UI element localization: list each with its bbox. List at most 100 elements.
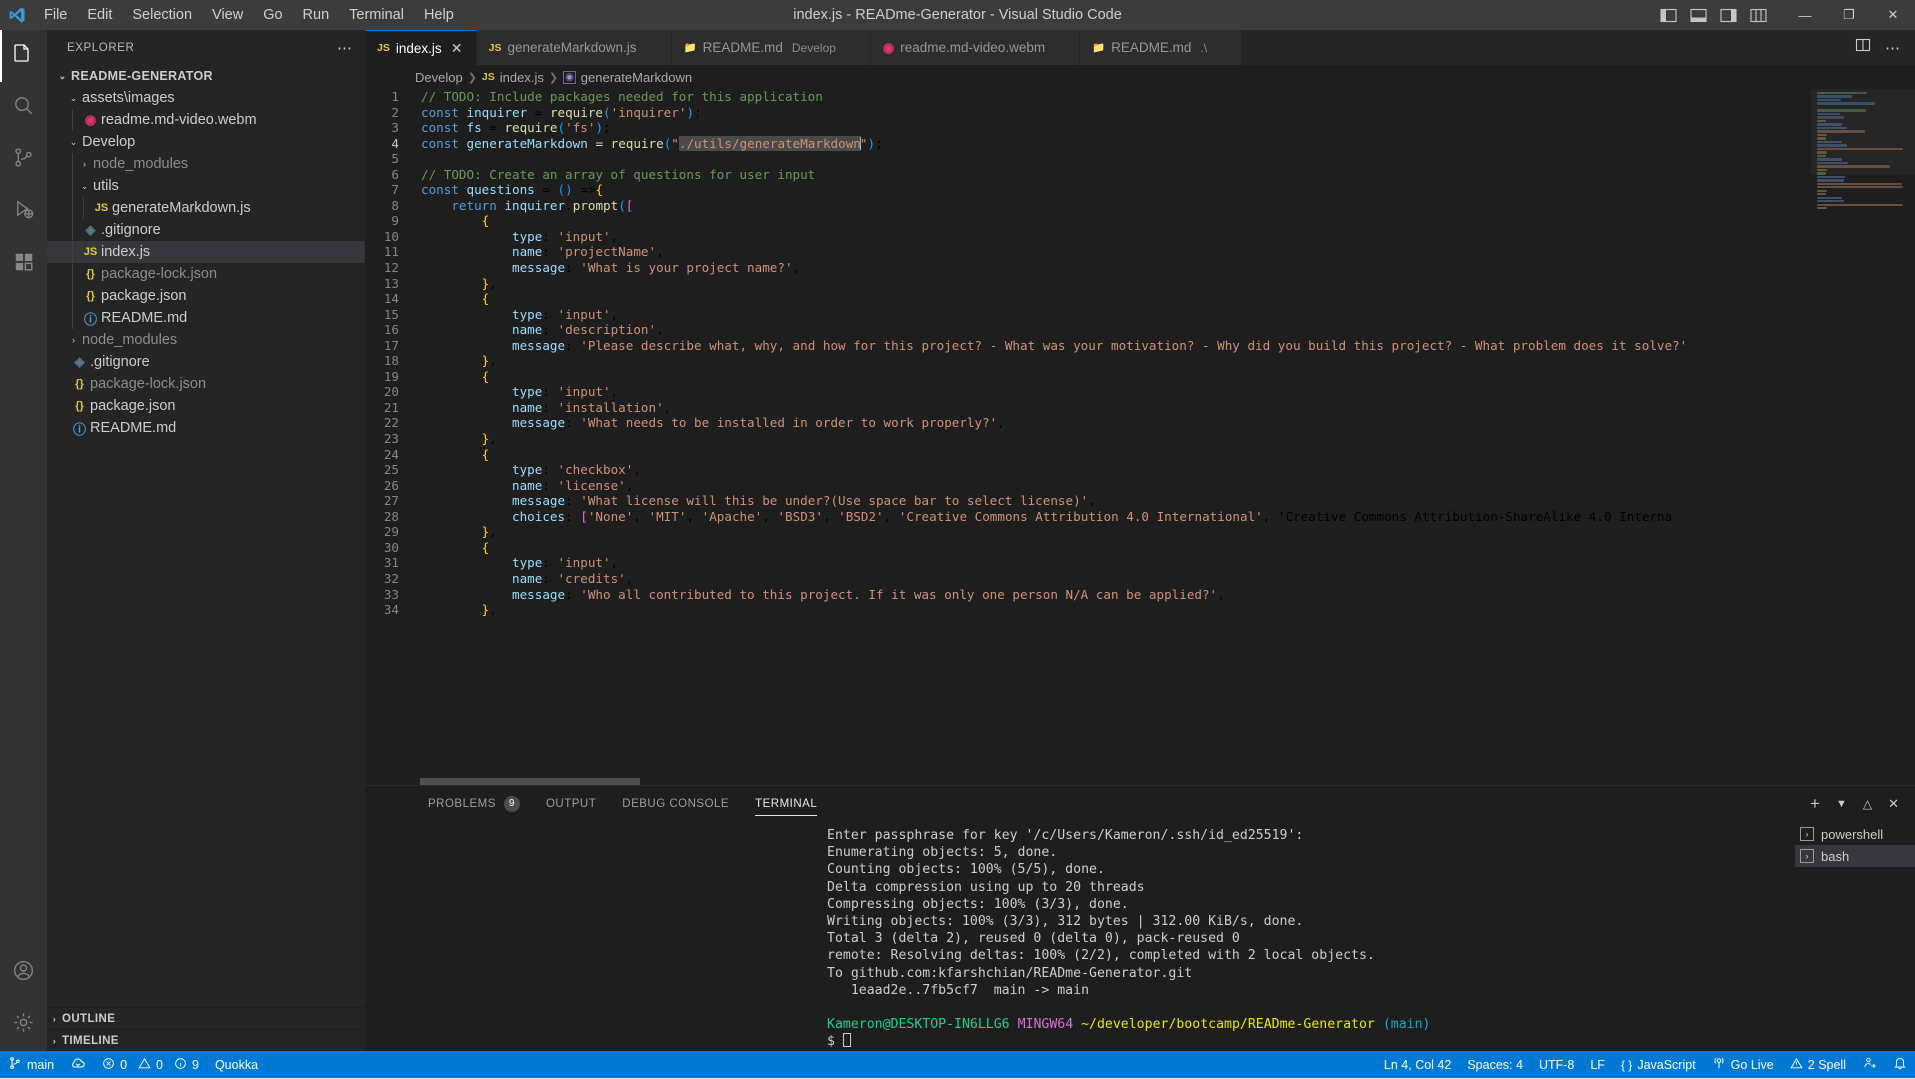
breadcrumb-folder[interactable]: Develop bbox=[415, 70, 463, 85]
chevron-icon[interactable]: ⌄ bbox=[66, 93, 81, 104]
breadcrumb-file[interactable]: index.js bbox=[500, 70, 544, 85]
editor-tab-generatemarkdown-js-1[interactable]: JSgenerateMarkdown.js× bbox=[476, 30, 672, 65]
terminal-input-line[interactable]: $ bbox=[827, 1033, 1795, 1050]
split-editor-icon[interactable] bbox=[1855, 37, 1871, 58]
menu-run[interactable]: Run bbox=[293, 4, 340, 26]
chevron-icon[interactable]: ⌄ bbox=[55, 71, 70, 82]
code-line[interactable]: 14 { bbox=[365, 291, 1811, 307]
code-line[interactable]: 30 { bbox=[365, 540, 1811, 556]
activity-accounts[interactable] bbox=[0, 947, 47, 999]
status-problems[interactable]: 0 0 9 bbox=[94, 1051, 207, 1078]
code-line[interactable]: 12 message: 'What is your project name?'… bbox=[365, 260, 1811, 276]
code-content[interactable]: 1 // TODO: Include packages needed for th… bbox=[365, 89, 1811, 785]
horizontal-scrollbar[interactable] bbox=[420, 778, 640, 785]
code-line[interactable]: 7 const questions = () =>{ bbox=[365, 182, 1811, 198]
panel-tab-list[interactable]: PROBLEMS 9 OUTPUT DEBUG CONSOLE TERMINAL + ▼… bbox=[365, 786, 1915, 821]
code-line[interactable]: 6 // TODO: Create an array of questions f… bbox=[365, 167, 1811, 183]
status-branch[interactable]: main bbox=[0, 1051, 62, 1078]
code-line[interactable]: 1 // TODO: Include packages needed for th… bbox=[365, 89, 1811, 105]
toggle-panel-icon[interactable] bbox=[1690, 8, 1707, 23]
activity-explorer[interactable] bbox=[0, 30, 47, 82]
tree-folder-assets-images[interactable]: ⌄ assets\images bbox=[47, 87, 365, 109]
menu-file[interactable]: File bbox=[34, 4, 77, 26]
code-line[interactable]: 5 bbox=[365, 151, 1811, 167]
code-line[interactable]: 20 type: 'input', bbox=[365, 384, 1811, 400]
code-line[interactable]: 17 message: 'Please describe what, why, … bbox=[365, 338, 1811, 354]
tree-file-package-json[interactable]: {} package.json bbox=[47, 285, 365, 307]
minimap[interactable] bbox=[1811, 89, 1915, 785]
terminal-output[interactable]: Enter passphrase for key '/c/Users/Kamer… bbox=[365, 821, 1795, 1051]
minimize-button[interactable]: — bbox=[1783, 0, 1827, 30]
code-line[interactable]: 22 message: 'What needs to be installed … bbox=[365, 415, 1811, 431]
toggle-primary-sidebar-icon[interactable] bbox=[1660, 8, 1677, 23]
outline-section[interactable]: › OUTLINE bbox=[47, 1007, 365, 1029]
chevron-icon[interactable]: ⌄ bbox=[77, 181, 92, 192]
code-line[interactable]: 3 const fs = require('fs'); bbox=[365, 120, 1811, 136]
code-line[interactable]: 23 }, bbox=[365, 431, 1811, 447]
terminal-tab-powershell[interactable]: › powershell bbox=[1795, 823, 1915, 845]
code-line[interactable]: 31 type: 'input', bbox=[365, 555, 1811, 571]
tree-file-generatemarkdown-js[interactable]: JS generateMarkdown.js bbox=[47, 197, 365, 219]
code-line[interactable]: 18 }, bbox=[365, 353, 1811, 369]
code-line[interactable]: 19 { bbox=[365, 369, 1811, 385]
code-line[interactable]: 13 }, bbox=[365, 276, 1811, 292]
activity-search[interactable] bbox=[0, 82, 47, 134]
status-notifications[interactable] bbox=[1885, 1051, 1915, 1078]
breadcrumb-symbol[interactable]: generateMarkdown bbox=[581, 70, 692, 85]
activity-settings[interactable] bbox=[0, 999, 47, 1051]
chevron-icon[interactable]: › bbox=[77, 159, 92, 169]
menu-selection[interactable]: Selection bbox=[122, 4, 202, 26]
code-line[interactable]: 32 name: 'credits', bbox=[365, 571, 1811, 587]
tree-file-readme-md[interactable]: ⓘ README.md bbox=[47, 417, 365, 439]
status-cursor-position[interactable]: Ln 4, Col 42 bbox=[1376, 1051, 1459, 1078]
code-line[interactable]: 9 { bbox=[365, 213, 1811, 229]
activity-source-control[interactable] bbox=[0, 134, 47, 186]
code-line[interactable]: 15 type: 'input', bbox=[365, 307, 1811, 323]
activity-run-debug[interactable] bbox=[0, 186, 47, 238]
status-indentation[interactable]: Spaces: 4 bbox=[1459, 1051, 1531, 1078]
code-line[interactable]: 33 message: 'Who all contributed to this… bbox=[365, 587, 1811, 603]
close-button[interactable]: ✕ bbox=[1871, 0, 1915, 30]
menu-bar[interactable]: File Edit Selection View Go Run Terminal… bbox=[34, 4, 464, 26]
tree-file-package-lock-json[interactable]: {} package-lock.json bbox=[47, 263, 365, 285]
status-feedback[interactable] bbox=[1854, 1051, 1885, 1078]
code-line[interactable]: 4 const generateMarkdown = require("./uti… bbox=[365, 135, 1811, 152]
menu-edit[interactable]: Edit bbox=[77, 4, 122, 26]
tree-folder-utils[interactable]: ⌄ utils bbox=[47, 175, 365, 197]
code-line[interactable]: 26 name: 'license', bbox=[365, 478, 1811, 494]
code-line[interactable]: 16 name: 'description', bbox=[365, 322, 1811, 338]
menu-view[interactable]: View bbox=[202, 4, 253, 26]
close-panel-icon[interactable]: ✕ bbox=[1888, 796, 1899, 812]
terminal-tab-bash[interactable]: › bash bbox=[1795, 845, 1915, 867]
menu-help[interactable]: Help bbox=[414, 4, 464, 26]
code-line[interactable]: 34 }, bbox=[365, 602, 1811, 618]
code-line[interactable]: 28 choices: ['None', 'MIT', 'Apache', 'B… bbox=[365, 509, 1811, 525]
code-line[interactable]: 27 message: 'What license will this be u… bbox=[365, 493, 1811, 509]
status-go-live[interactable]: Go Live bbox=[1704, 1051, 1782, 1078]
breadcrumb[interactable]: Develop ❯ JS index.js ❯ ◉ generateMarkdo… bbox=[365, 65, 1915, 89]
menu-terminal[interactable]: Terminal bbox=[339, 4, 414, 26]
terminal-tab-list[interactable]: › powershell › bash bbox=[1795, 821, 1915, 1051]
code-line[interactable]: 2 const inquirer = require('inquirer'); bbox=[365, 105, 1811, 121]
code-editor[interactable]: 1 // TODO: Include packages needed for th… bbox=[365, 89, 1915, 785]
tree-file-index-js[interactable]: JS index.js bbox=[47, 241, 365, 263]
maximize-button[interactable]: ❐ bbox=[1827, 0, 1871, 30]
customize-layout-icon[interactable] bbox=[1750, 8, 1767, 23]
panel-tab-output[interactable]: OUTPUT bbox=[533, 786, 609, 821]
code-line[interactable]: 25 type: 'checkbox', bbox=[365, 462, 1811, 478]
file-tree[interactable]: ⌄ README-GENERATOR ⌄ assets\images ◉ readme.m… bbox=[47, 65, 365, 1007]
code-line[interactable]: 29 }, bbox=[365, 524, 1811, 540]
editor-tab-readme-md-4[interactable]: 📁README.md.\× bbox=[1080, 30, 1243, 65]
status-encoding[interactable]: UTF-8 bbox=[1531, 1051, 1582, 1078]
tree-file-readme-md[interactable]: ⓘ README.md bbox=[47, 307, 365, 329]
maximize-panel-icon[interactable]: △ bbox=[1863, 797, 1872, 811]
explorer-more-actions-icon[interactable]: ⋯ bbox=[337, 39, 353, 57]
tree-file-readme-md-video-webm[interactable]: ◉ readme.md-video.webm bbox=[47, 109, 365, 131]
tree-file--gitignore[interactable]: ◈ .gitignore bbox=[47, 351, 365, 373]
split-terminal-chevron-icon[interactable]: ▼ bbox=[1836, 798, 1847, 810]
tree-folder-develop[interactable]: ⌄ Develop bbox=[47, 131, 365, 153]
editor-tab-readme-md-2[interactable]: 📁README.mdDevelop× bbox=[671, 30, 871, 65]
activity-extensions[interactable] bbox=[0, 238, 47, 290]
chevron-icon[interactable]: ⌄ bbox=[66, 137, 81, 148]
status-language-mode[interactable]: { } JavaScript bbox=[1613, 1051, 1704, 1078]
